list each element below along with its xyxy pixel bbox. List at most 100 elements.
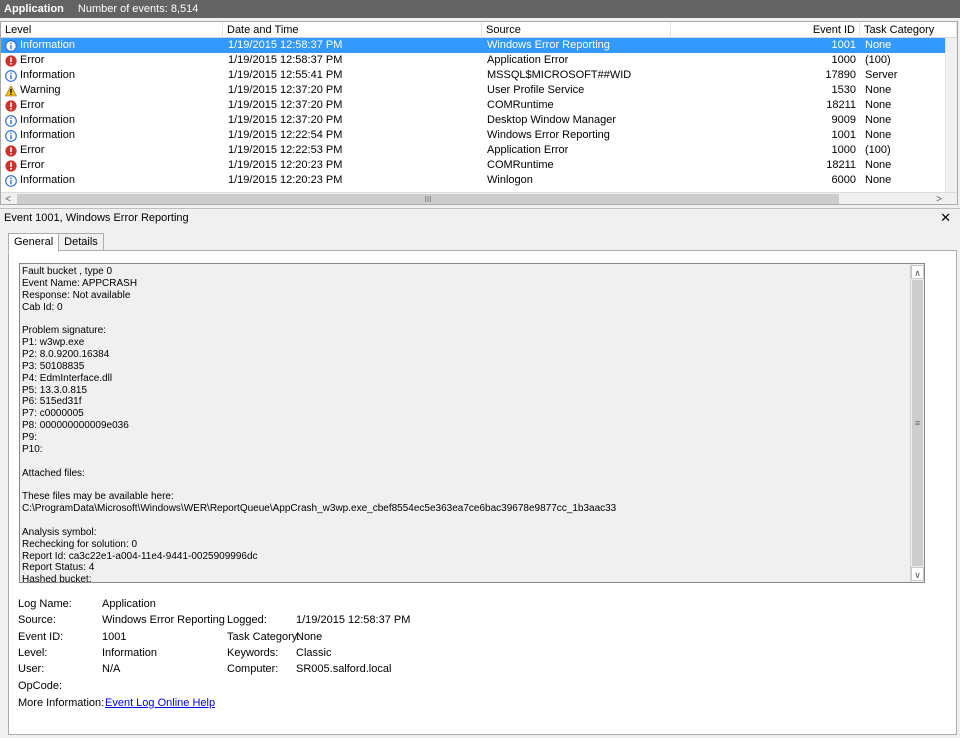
description-line: P1: w3wp.exe	[22, 337, 85, 349]
description-line: P2: 8.0.9200.16384	[22, 349, 110, 361]
column-header-date[interactable]: Date and Time	[223, 22, 482, 38]
row-level: Error	[5, 158, 220, 173]
description-line: P7: c0000005	[22, 408, 84, 420]
row-level-text: Error	[20, 144, 45, 156]
row-task-category: None	[865, 114, 892, 126]
row-date: 1/19/2015 12:20:23 PM	[228, 159, 343, 171]
description-line: Cab Id: 0	[22, 301, 63, 313]
row-source: COMRuntime	[487, 99, 554, 111]
log-name-label: Log Name:	[18, 598, 72, 610]
event-description[interactable]: Fault bucket , type 0 Event Name: APPCRAS…	[19, 263, 925, 583]
error-icon	[5, 144, 20, 157]
grid-horizontal-scrollbar[interactable]: < III >	[1, 192, 957, 204]
chevron-down-icon[interactable]: ∨	[911, 567, 924, 581]
scroll-left-icon[interactable]: <	[1, 193, 15, 204]
grid-header: Level Date and Time Source Event ID Task…	[1, 22, 957, 38]
level-value: Information	[102, 647, 158, 659]
row-level-text: Error	[20, 99, 45, 111]
description-line: P5: 13.3.0.815	[22, 384, 88, 396]
general-panel: Fault bucket , type 0 Event Name: APPCRAS…	[8, 250, 957, 735]
description-line: Attached files:	[22, 467, 85, 479]
description-line: Rechecking for solution: 0	[22, 538, 138, 550]
row-source: MSSQL$MICROSOFT##WID	[487, 69, 632, 81]
table-row[interactable]: Error 1/19/2015 12:58:37 PM Application Er…	[1, 53, 945, 68]
log-name-value: Application	[102, 598, 156, 610]
row-level: Error	[5, 143, 220, 158]
table-row[interactable]: Information 1/19/2015 12:55:41 PM MSSQL$MI…	[1, 68, 945, 83]
table-row[interactable]: Information 1/19/2015 12:58:37 PM Windows …	[1, 38, 945, 53]
table-row[interactable]: Information 1/19/2015 12:37:20 PM Desktop …	[1, 113, 945, 128]
row-event-id: 1001	[831, 39, 856, 51]
table-row[interactable]: Error 1/19/2015 12:20:23 PM COMRuntime 1821…	[1, 158, 945, 173]
description-scrollbar[interactable]: ∧ ≡ ∨	[910, 264, 924, 582]
row-date: 1/19/2015 12:20:23 PM	[228, 174, 343, 186]
row-level: Warning	[5, 83, 220, 98]
row-date: 1/19/2015 12:55:41 PM	[228, 69, 343, 81]
information-icon	[5, 69, 20, 82]
table-row[interactable]: Error 1/19/2015 12:37:20 PM COMRuntime 1821…	[1, 98, 945, 113]
row-level-text: Information	[20, 39, 76, 51]
task-category-label: Task Category:	[227, 631, 301, 643]
description-line: Problem signature:	[22, 325, 106, 337]
description-line: Fault bucket , type 0	[22, 266, 113, 277]
description-line: Report Id: ca3c22e1-a004-11e4-9441-00259…	[22, 550, 258, 562]
detail-title: Event 1001, Windows Error Reporting	[4, 211, 189, 224]
error-icon	[5, 99, 20, 112]
event-log-help-link[interactable]: Event Log Online Help	[105, 696, 215, 710]
row-date: 1/19/2015 12:37:20 PM	[228, 84, 343, 96]
description-line: P9:	[22, 432, 40, 444]
row-event-id: 9009	[831, 114, 856, 126]
table-row[interactable]: Warning 1/19/2015 12:37:20 PM User Profile…	[1, 83, 945, 98]
grid-vertical-scrollbar[interactable]	[945, 38, 957, 192]
row-source: Winlogon	[487, 174, 533, 186]
description-line	[22, 479, 908, 491]
description-line: Analysis symbol:	[22, 526, 100, 538]
logged-value: 1/19/2015 12:58:37 PM	[296, 614, 411, 626]
event-rows: Information 1/19/2015 12:58:37 PM Windows …	[1, 38, 945, 188]
row-level: Information	[5, 68, 220, 83]
row-event-id: 18211	[826, 159, 856, 171]
description-line: Event Name: APPCRASH	[22, 277, 138, 289]
column-header-task-category[interactable]: Task Category	[860, 22, 957, 38]
opcode-label: OpCode:	[18, 680, 63, 692]
row-source: Application Error	[487, 144, 569, 156]
description-line: Report Status: 4	[22, 562, 95, 574]
detail-header: Event 1001, Windows Error Reporting ✕	[0, 208, 960, 226]
row-task-category: None	[865, 159, 892, 171]
source-label: Source:	[18, 614, 56, 626]
scroll-thumb[interactable]: III	[17, 194, 839, 204]
column-header-level[interactable]: Level	[1, 22, 223, 38]
description-line	[22, 313, 908, 325]
chevron-up-icon[interactable]: ∧	[911, 265, 924, 279]
logged-label: Logged:	[227, 614, 267, 626]
description-line	[22, 456, 908, 468]
events-grid[interactable]: Level Date and Time Source Event ID Task…	[0, 21, 958, 205]
scroll-thumb[interactable]: ≡	[912, 280, 923, 566]
row-date: 1/19/2015 12:58:37 PM	[228, 39, 343, 51]
row-level-text: Information	[20, 69, 76, 81]
row-level-text: Error	[20, 54, 45, 66]
close-icon[interactable]: ✕	[940, 210, 951, 226]
column-header-event-id[interactable]: Event ID	[671, 22, 860, 38]
row-date: 1/19/2015 12:22:53 PM	[228, 144, 343, 156]
description-line: Response: Not available	[22, 289, 131, 301]
column-header-source[interactable]: Source	[482, 22, 671, 38]
tab-general[interactable]: General	[8, 233, 60, 252]
keywords-label: Keywords:	[227, 647, 279, 659]
row-event-id: 1001	[831, 129, 856, 141]
tab-details[interactable]: Details	[58, 233, 104, 251]
information-icon	[5, 129, 20, 142]
table-row[interactable]: Information 1/19/2015 12:22:54 PM Windows …	[1, 128, 945, 143]
description-line: These files may be available here:	[22, 491, 174, 503]
row-task-category: (100)	[865, 54, 891, 66]
error-icon	[5, 159, 20, 172]
description-text: Fault bucket , type 0 Event Name: APPCRAS…	[22, 266, 908, 582]
title-bar: Application Number of events: 8,514	[0, 0, 960, 18]
table-row[interactable]: Error 1/19/2015 12:22:53 PM Application Er…	[1, 143, 945, 158]
table-row[interactable]: Information 1/19/2015 12:20:23 PM Winlogon…	[1, 173, 945, 188]
row-source: Desktop Window Manager	[487, 114, 617, 126]
row-level-text: Information	[20, 174, 76, 186]
scroll-right-icon[interactable]: >	[932, 193, 946, 204]
level-label: Level:	[18, 647, 48, 659]
row-task-category: None	[865, 39, 892, 51]
